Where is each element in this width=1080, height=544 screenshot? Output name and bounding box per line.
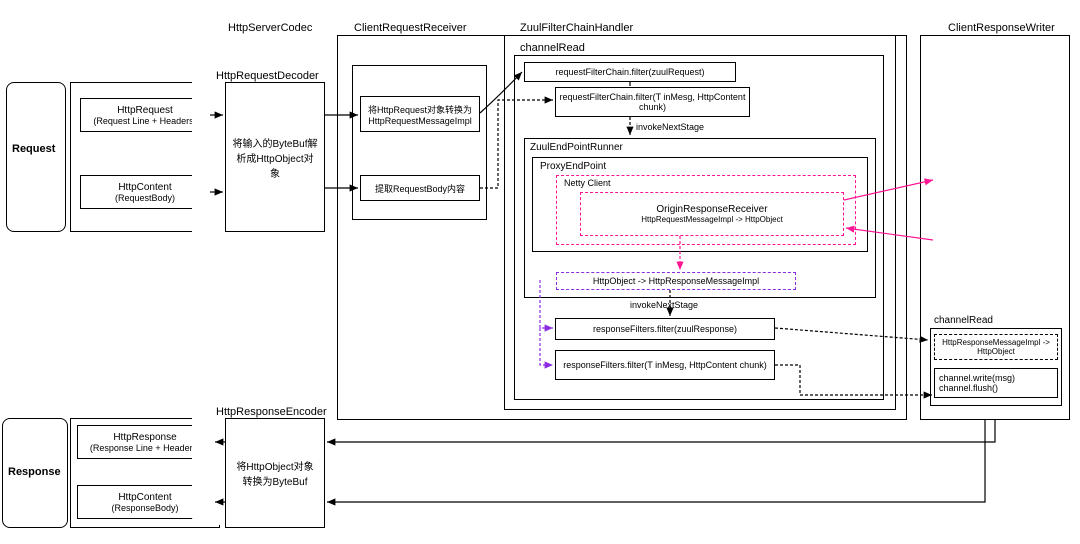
http-content-req-sub: (RequestBody) [115,193,175,203]
resp-filter1: responseFilters.filter(zuulResponse) [555,318,775,340]
resp-filter2-text: responseFilters.filter(T inMesg, HttpCon… [563,360,766,370]
resp-filter1-text: responseFilters.filter(zuulResponse) [593,324,737,334]
netty-label: Netty Client [564,178,611,188]
writer-write: channel.write(msg) [939,373,1015,383]
proxy-label: ProxyEndPoint [540,161,606,172]
encoder-box: 将HttpObject对象转换为ByteBuf [225,418,325,528]
runner-label: ZuulEndPointRunner [530,142,623,153]
response-label: Response [8,466,61,478]
conv-text: HttpObject -> HttpResponseMessageImpl [593,276,759,286]
invoke1: invokeNextStage [636,122,704,132]
decoder-desc: 将输入的ByteBuf解析成HttpObject对象 [228,131,322,184]
request-label: Request [12,143,55,155]
writer-title: ClientResponseWriter [948,22,1055,34]
origin-sub: HttpRequestMessageImpl -> HttpObject [641,215,783,224]
origin-box: OriginResponseReceiver HttpRequestMessag… [580,192,844,236]
chain-title: ZuulFilterChainHandler [520,22,633,34]
http-request-box: HttpRequest (Request Line + Headers) [80,98,210,132]
origin-title: OriginResponseReceiver [656,204,767,215]
http-response-sub: (Response Line + Headers) [90,443,200,453]
writer-ops: channel.write(msg) channel.flush() [934,368,1058,398]
http-request-title: HttpRequest [117,105,173,116]
receiver-title: ClientRequestReceiver [354,22,467,34]
codec-title: HttpServerCodec [228,22,312,34]
decoder-box: 将输入的ByteBuf解析成HttpObject对象 [225,82,325,232]
receiver-step1-text: 将HttpRequest对象转换为HttpRequestMessageImpl [363,103,477,126]
writer-flush: channel.flush() [939,383,998,393]
writer-conv: HttpResponseMessageImpl -> HttpObject [934,334,1058,360]
encoder-title: HttpResponseEncoder [216,406,327,418]
receiver-step1: 将HttpRequest对象转换为HttpRequestMessageImpl [360,96,480,132]
receiver-step2-text: 提取RequestBody内容 [375,182,465,195]
http-request-sub: (Request Line + Headers) [93,116,196,126]
request-outer [6,82,66,232]
conv-box: HttpObject -> HttpResponseMessageImpl [556,272,796,290]
writer-channelread: channelRead [934,315,993,326]
invoke2: invokeNextStage [630,300,698,310]
http-content-resp-title: HttpContent [118,492,171,503]
req-filter2-text: requestFilterChain.filter(T inMesg, Http… [558,92,747,112]
http-content-resp-sub: (ResponseBody) [111,503,178,513]
req-filter1: requestFilterChain.filter(zuulRequest) [524,62,736,82]
req-filter1-text: requestFilterChain.filter(zuulRequest) [555,67,704,77]
req-filter2: requestFilterChain.filter(T inMesg, Http… [555,87,750,117]
http-content-req-title: HttpContent [118,182,171,193]
writer-conv-text: HttpResponseMessageImpl -> HttpObject [937,338,1055,356]
receiver-step2: 提取RequestBody内容 [360,175,480,201]
encoder-desc: 将HttpObject对象转换为ByteBuf [228,454,322,492]
chain-channelread: channelRead [520,42,585,54]
http-response-title: HttpResponse [113,432,176,443]
resp-filter2: responseFilters.filter(T inMesg, HttpCon… [555,350,775,380]
decoder-title: HttpRequestDecoder [216,70,319,82]
http-content-req-box: HttpContent (RequestBody) [80,175,210,209]
